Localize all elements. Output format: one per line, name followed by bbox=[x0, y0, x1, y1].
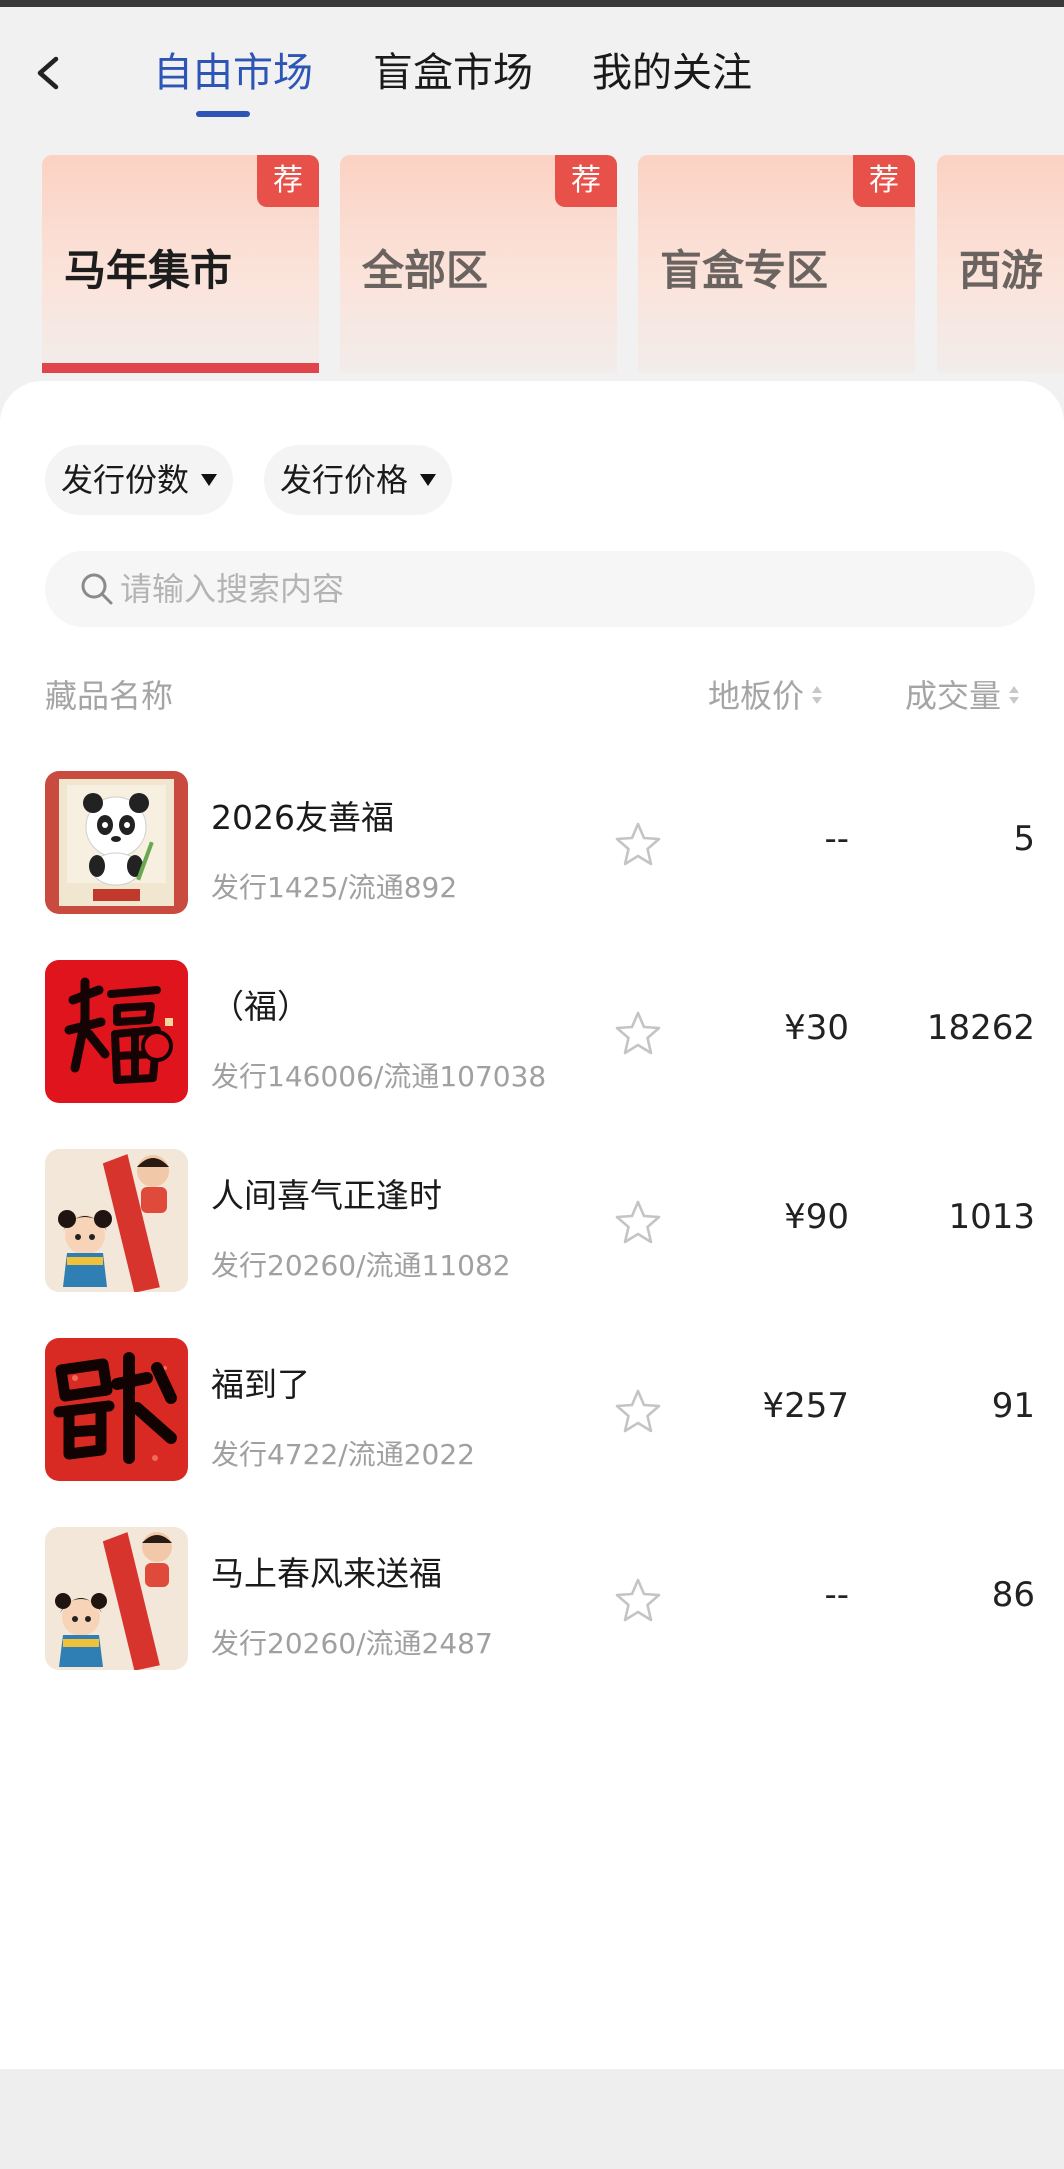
collectible-name: 马上春风来送福 bbox=[211, 1554, 442, 1593]
collectible-name: 人间喜气正逢时 bbox=[211, 1176, 442, 1215]
collectible-name: （福） bbox=[211, 987, 310, 1026]
active-tab-indicator bbox=[196, 111, 250, 117]
floor-price: ¥90 bbox=[784, 1197, 849, 1237]
column-header-volume[interactable]: 成交量 bbox=[905, 671, 1020, 717]
recommend-badge: 荐 bbox=[555, 155, 617, 207]
tab-my-follows[interactable]: 我的关注 bbox=[592, 43, 752, 103]
list-item[interactable]: 2026友善福 发行1425/流通892 -- 5 bbox=[0, 761, 1064, 950]
caret-down-icon bbox=[420, 474, 437, 486]
collectible-supply: 发行146006/流通107038 bbox=[211, 1060, 547, 1093]
category-card-horse-year-fair[interactable]: 马年集市 荐 bbox=[42, 155, 319, 373]
caret-down-icon bbox=[201, 474, 218, 486]
trade-volume: 91 bbox=[991, 1386, 1035, 1426]
collectible-supply: 发行4722/流通2022 bbox=[211, 1438, 475, 1471]
chevron-left-icon bbox=[37, 56, 59, 90]
floor-price: -- bbox=[824, 819, 849, 859]
collectible-supply: 发行20260/流通2487 bbox=[211, 1627, 493, 1660]
collectible-list: 2026友善福 发行1425/流通892 -- 5 （福） 发行146006/流… bbox=[0, 761, 1064, 1706]
fu-calligraphy-image bbox=[45, 960, 188, 1103]
recommend-badge: 荐 bbox=[853, 155, 915, 207]
fu-upside-down-image bbox=[45, 1338, 188, 1481]
category-scroller[interactable]: 马年集市 荐 全部区 荐 盲盒专区 荐 西游 bbox=[0, 155, 1064, 375]
collectible-thumbnail bbox=[45, 1149, 188, 1292]
star-outline-icon[interactable] bbox=[612, 1008, 664, 1060]
floor-price: ¥257 bbox=[762, 1386, 849, 1426]
market-panel: 发行份数 发行价格 藏品名称 地板价 成交量 bbox=[0, 381, 1064, 2069]
child-couplet-image bbox=[45, 1527, 188, 1670]
category-card-all[interactable]: 全部区 荐 bbox=[340, 155, 617, 373]
active-category-bar bbox=[42, 363, 319, 373]
list-item[interactable]: （福） 发行146006/流通107038 ¥30 18262 bbox=[0, 950, 1064, 1139]
filter-issue-count[interactable]: 发行份数 bbox=[45, 445, 234, 515]
collectible-thumbnail bbox=[45, 1338, 188, 1481]
star-outline-icon[interactable] bbox=[612, 1197, 664, 1249]
search-input[interactable] bbox=[120, 551, 1000, 627]
column-header-floor-price[interactable]: 地板价 bbox=[708, 671, 823, 717]
status-strip bbox=[0, 0, 1064, 7]
trade-volume: 5 bbox=[1013, 819, 1035, 859]
list-item[interactable]: 马上春风来送福 发行20260/流通2487 -- 86 bbox=[0, 1517, 1064, 1706]
star-outline-icon[interactable] bbox=[612, 1575, 664, 1627]
search-icon bbox=[81, 573, 113, 605]
child-couplet-image bbox=[45, 1149, 188, 1292]
collectible-name: 福到了 bbox=[211, 1365, 310, 1404]
sort-icon bbox=[1009, 685, 1020, 707]
star-outline-icon[interactable] bbox=[612, 819, 664, 871]
trade-volume: 1013 bbox=[948, 1197, 1035, 1237]
floor-price: ¥30 bbox=[784, 1008, 849, 1048]
filter-issue-price[interactable]: 发行价格 bbox=[264, 445, 453, 515]
category-label: 全部区 bbox=[362, 246, 489, 295]
filter-label: 发行份数 bbox=[61, 461, 190, 499]
category-label: 盲盒专区 bbox=[660, 246, 829, 295]
panda-scroll-image bbox=[45, 771, 188, 914]
collectible-thumbnail bbox=[45, 1527, 188, 1670]
recommend-badge: 荐 bbox=[257, 155, 319, 207]
collectible-supply: 发行20260/流通11082 bbox=[211, 1249, 511, 1282]
column-label: 成交量 bbox=[905, 677, 1002, 715]
category-label: 西游 bbox=[959, 246, 1044, 295]
trade-volume: 18262 bbox=[926, 1008, 1035, 1048]
filter-label: 发行价格 bbox=[280, 461, 409, 499]
column-label: 地板价 bbox=[708, 677, 805, 715]
floor-price: -- bbox=[824, 1575, 849, 1615]
collectible-thumbnail bbox=[45, 771, 188, 914]
trade-volume: 86 bbox=[991, 1575, 1035, 1615]
collectible-name: 2026友善福 bbox=[211, 798, 394, 837]
collectible-supply: 发行1425/流通892 bbox=[211, 871, 458, 904]
search-bar[interactable] bbox=[45, 551, 1035, 627]
category-label: 马年集市 bbox=[64, 246, 233, 295]
collectible-thumbnail bbox=[45, 960, 188, 1103]
top-nav: 自由市场 盲盒市场 我的关注 bbox=[0, 7, 1064, 132]
column-header-name: 藏品名称 bbox=[45, 677, 174, 715]
list-item[interactable]: 福到了 发行4722/流通2022 ¥257 91 bbox=[0, 1328, 1064, 1517]
category-card-blind-box[interactable]: 盲盒专区 荐 bbox=[638, 155, 915, 373]
star-outline-icon[interactable] bbox=[612, 1386, 664, 1438]
tab-free-market[interactable]: 自由市场 bbox=[153, 43, 313, 103]
category-card-journey-west[interactable]: 西游 bbox=[937, 155, 1064, 373]
list-item[interactable]: 人间喜气正逢时 发行20260/流通11082 ¥90 1013 bbox=[0, 1139, 1064, 1328]
back-button[interactable] bbox=[28, 45, 68, 101]
tab-blind-box-market[interactable]: 盲盒市场 bbox=[373, 43, 533, 103]
bottom-safe-area bbox=[0, 2069, 1064, 2169]
sort-icon bbox=[812, 685, 823, 707]
